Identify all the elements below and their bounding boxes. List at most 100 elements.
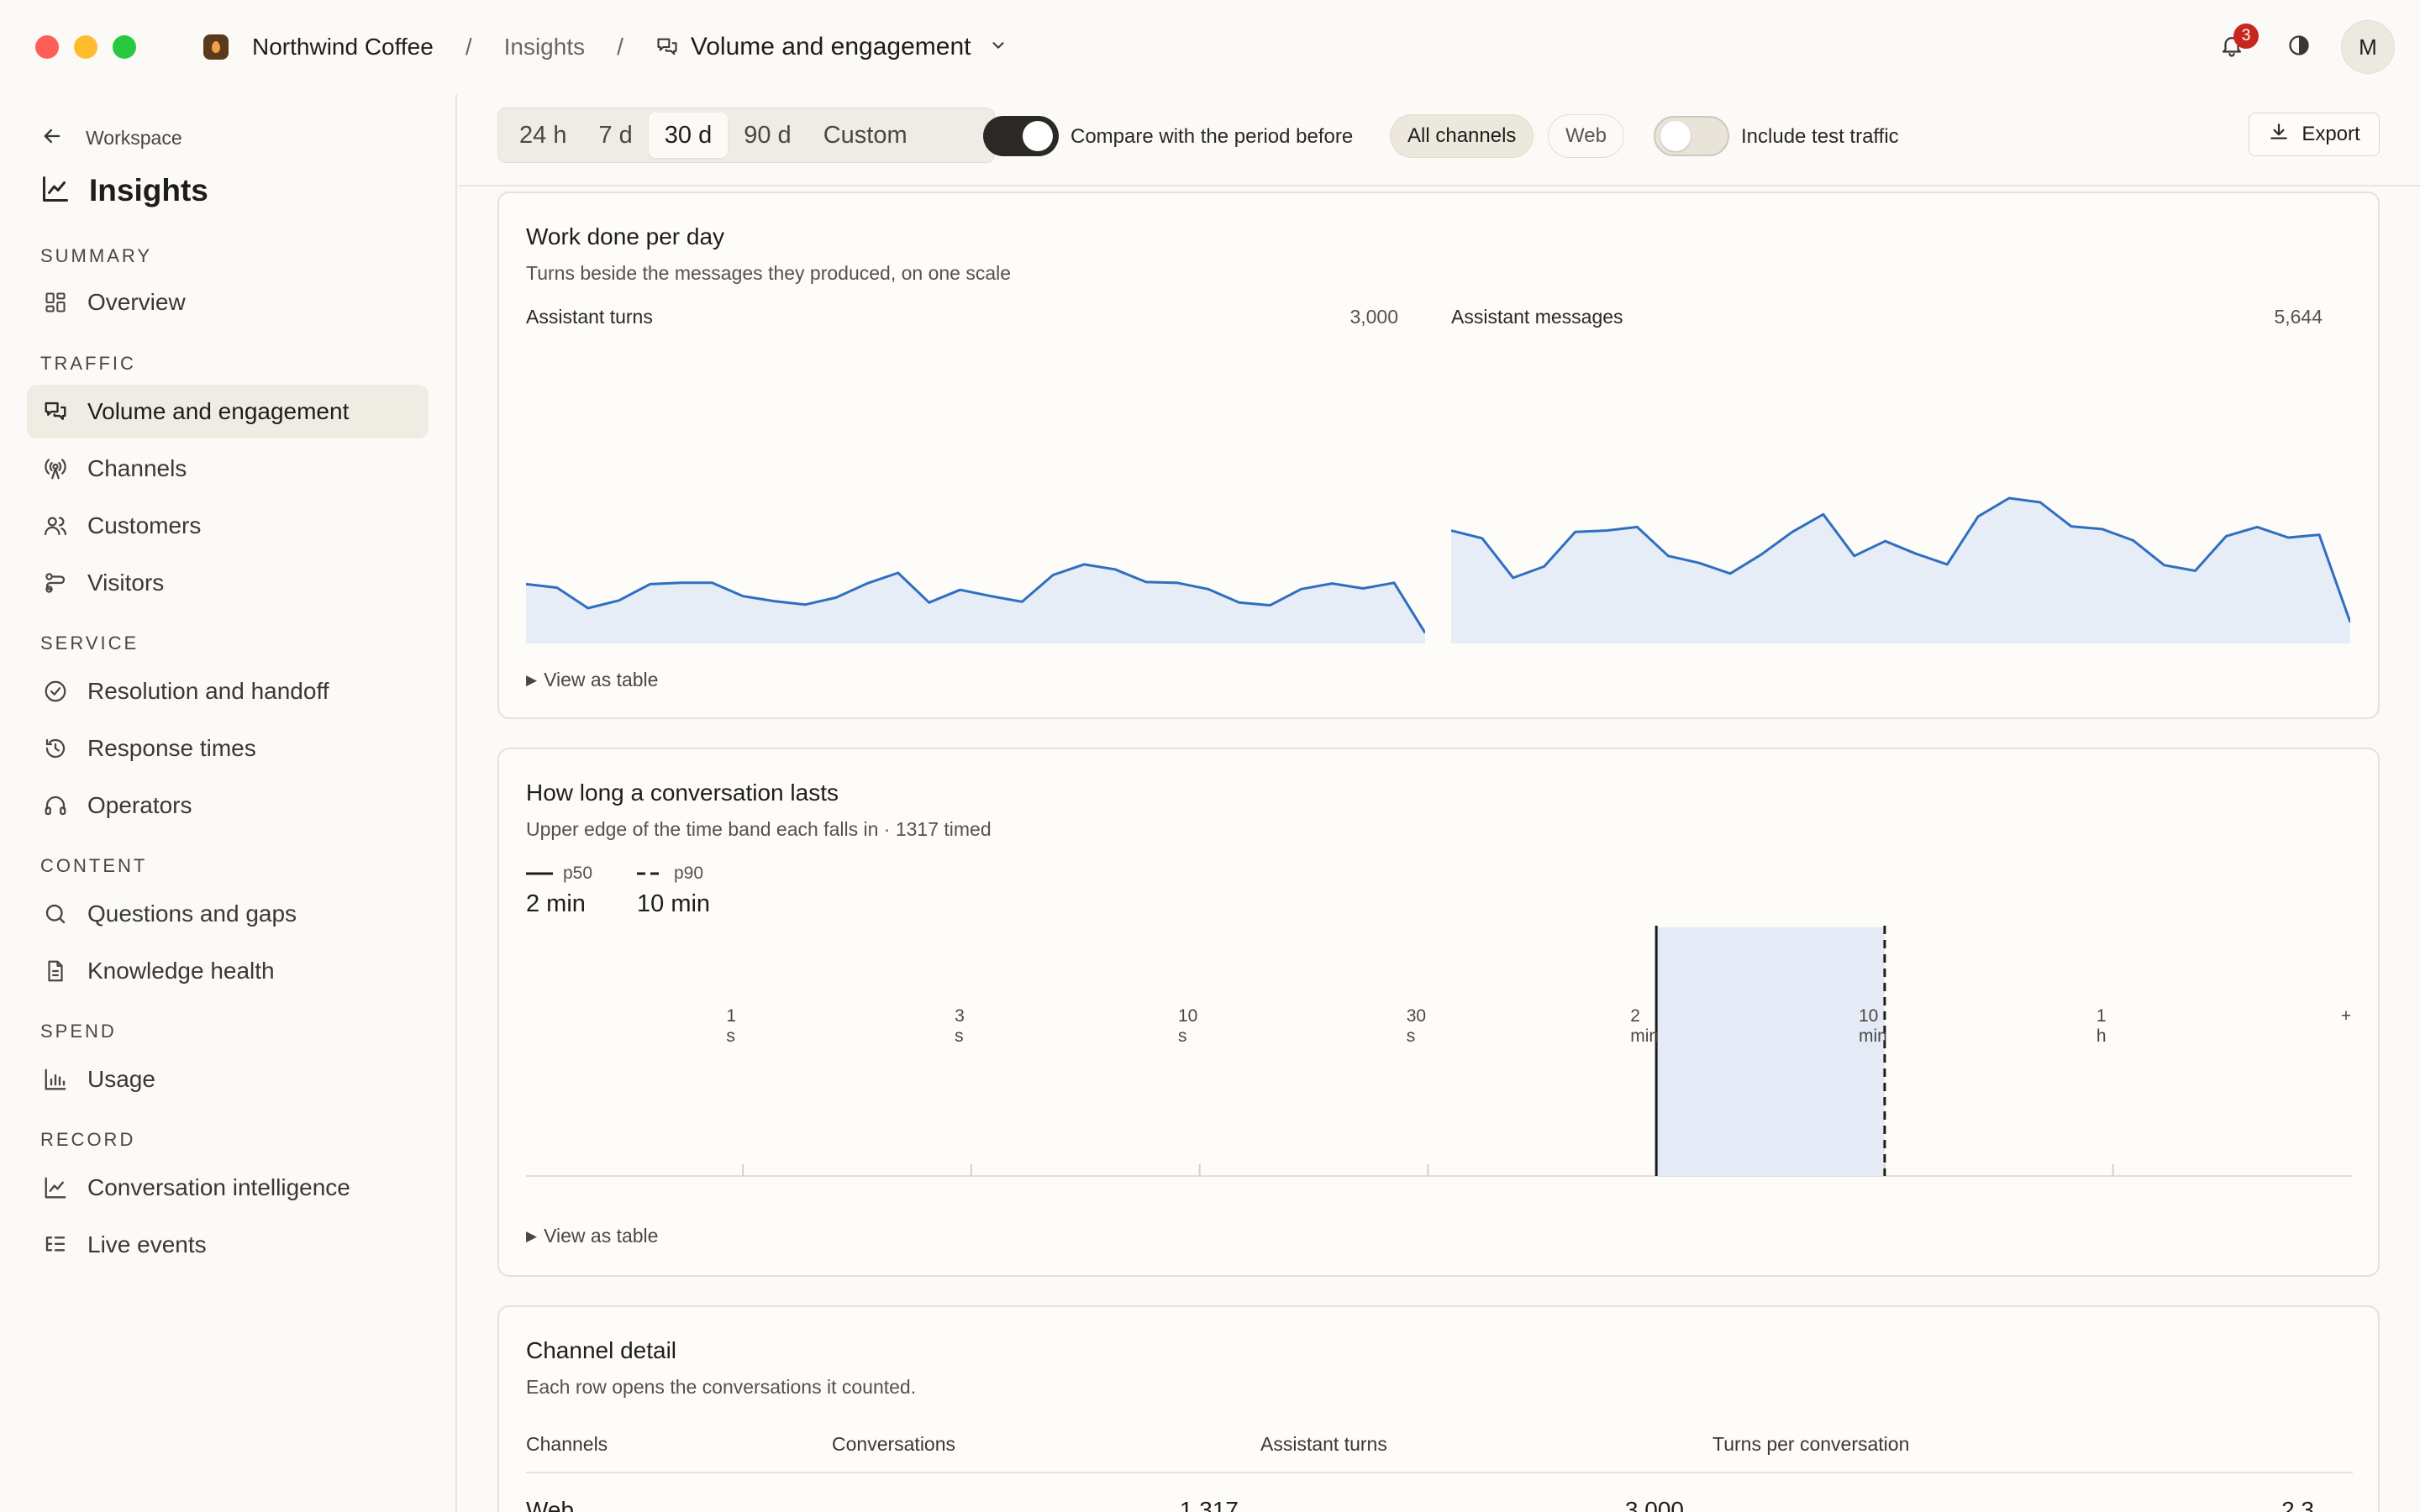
axis-tick-label: 3 s [955, 1006, 965, 1046]
line-chart-icon [40, 1173, 71, 1203]
sidebar-item-response-times[interactable]: Response times [27, 722, 429, 775]
breadcrumb-current-page[interactable]: Volume and engagement [691, 33, 971, 61]
sidebar: Workspace Insights SUMMARY Overview TRAF… [0, 94, 457, 1512]
chevron-down-icon[interactable] [989, 36, 1007, 59]
sidebar-item-label: Volume and engagement [87, 398, 350, 424]
brand-logo-icon [203, 34, 229, 60]
theme-toggle-button[interactable] [2282, 30, 2316, 64]
card-title: Work done per day [526, 223, 725, 249]
axis-tick-label: 30 s [1406, 1006, 1427, 1046]
back-to-workspace[interactable]: Workspace [40, 124, 182, 152]
messages-chart-total: 5,644 [2274, 306, 2323, 328]
work-done-card: Work done per day Turns beside the messa… [497, 192, 2380, 719]
avatar[interactable]: M [2341, 20, 2395, 74]
zoom-window-button[interactable] [113, 35, 136, 59]
legend-key-label: p90 [674, 864, 704, 883]
cell-turns-per-conversation: 2.3 [2281, 1497, 2314, 1512]
channel-chip-all[interactable]: All channels [1390, 114, 1534, 158]
range-custom[interactable]: Custom [808, 113, 923, 158]
section-heading-traffic: TRAFFIC [40, 353, 136, 374]
notification-badge: 3 [2233, 24, 2259, 49]
sidebar-item-label: Conversation intelligence [87, 1174, 350, 1200]
export-button[interactable]: Export [2249, 113, 2380, 156]
notifications-button[interactable]: 3 [2215, 24, 2259, 64]
sidebar-item-volume-and-engagement[interactable]: Volume and engagement [27, 385, 429, 438]
sidebar-item-customers[interactable]: Customers [27, 499, 429, 553]
axis-tick-label: 2 min [1630, 1006, 1660, 1046]
back-label: Workspace [86, 127, 182, 149]
axis-tick-label: 10 min [1858, 1006, 1887, 1046]
contrast-icon [2287, 34, 2311, 61]
range-30d[interactable]: 30 d [648, 113, 729, 158]
histogram-bar [1656, 927, 1885, 1176]
sidebar-item-label: Customers [87, 512, 202, 538]
range-7d[interactable]: 7 d [582, 113, 648, 158]
sidebar-item-label: Knowledge health [87, 958, 275, 984]
legend-value: 2 min [526, 890, 586, 917]
route-icon [40, 568, 71, 598]
cell-conversations: 1,317 [1179, 1497, 1239, 1512]
section-heading-service: SERVICE [40, 633, 139, 654]
cell-channel: Web [526, 1497, 575, 1512]
antenna-icon [40, 454, 71, 484]
turns-chart-total: 3,000 [1349, 306, 1398, 328]
sidebar-item-operators[interactable]: Operators [27, 779, 429, 832]
axis-tick-label: 10 s [1177, 1006, 1198, 1046]
minimize-window-button[interactable] [74, 35, 97, 59]
grid-icon [40, 287, 71, 318]
close-window-button[interactable] [35, 35, 59, 59]
cell-assistant-turns: 3,000 [1624, 1497, 1684, 1512]
compare-label: Compare with the period before [1071, 125, 1354, 148]
messages-chart-title: Assistant messages [1451, 306, 1623, 328]
triangle-right-icon: ▶ [526, 671, 538, 688]
range-24h[interactable]: 24 h [503, 113, 582, 158]
sidebar-item-visitors[interactable]: Visitors [27, 556, 429, 610]
column-header-turns-per-conversation[interactable]: Turns per conversation [1712, 1433, 1909, 1456]
column-header-conversations[interactable]: Conversations [832, 1433, 955, 1456]
column-header-assistant-turns[interactable]: Assistant turns [1260, 1433, 1387, 1456]
sidebar-item-label: Visitors [87, 570, 165, 596]
sidebar-item-questions-and-gaps[interactable]: Questions and gaps [27, 887, 429, 941]
title-bar: Northwind Coffee / Insights / Volume and… [0, 0, 2420, 94]
test-traffic-toggle[interactable] [1654, 116, 1729, 156]
range-90d[interactable]: 90 d [728, 113, 807, 158]
sidebar-item-resolution-and-handoff[interactable]: Resolution and handoff [27, 664, 429, 718]
list-tree-icon [40, 1230, 71, 1260]
sidebar-item-label: Operators [87, 792, 192, 818]
sidebar-item-usage[interactable]: Usage [27, 1053, 429, 1106]
sidebar-title: Insights [40, 173, 208, 208]
breadcrumb-brand[interactable]: Northwind Coffee [252, 34, 434, 60]
section-heading-content: CONTENT [40, 855, 148, 876]
sidebar-item-conversation-intelligence[interactable]: Conversation intelligence [27, 1161, 429, 1215]
view-as-table-label: View as table [544, 669, 659, 690]
compare-toggle[interactable] [983, 116, 1059, 156]
headset-icon [40, 790, 71, 821]
sidebar-item-live-events[interactable]: Live events [27, 1218, 429, 1272]
assistant-messages-area-chart [1451, 496, 2350, 643]
sidebar-item-channels[interactable]: Channels [27, 442, 429, 496]
breadcrumb-separator: / [617, 34, 623, 60]
section-heading-spend: SPEND [40, 1021, 117, 1042]
breadcrumb-insights[interactable]: Insights [504, 34, 586, 60]
work-view-as-table[interactable]: ▶ View as table [526, 669, 658, 691]
sidebar-item-knowledge-health[interactable]: Knowledge health [27, 944, 429, 998]
sidebar-item-label: Live events [87, 1231, 207, 1257]
filter-toolbar: 24 h 7 d 30 d 90 d Custom Compare with t… [459, 94, 2420, 186]
duration-histogram [526, 926, 2353, 1177]
sidebar-item-label: Response times [87, 735, 256, 761]
channel-detail-card: Channel detail Each row opens the conver… [497, 1305, 2380, 1512]
duration-view-as-table[interactable]: ▶ View as table [526, 1225, 658, 1247]
channel-chip-web[interactable]: Web [1548, 114, 1624, 158]
export-label: Export [2302, 123, 2360, 145]
arrow-left-icon [40, 124, 64, 152]
triangle-right-icon: ▶ [526, 1227, 538, 1244]
column-header-channels[interactable]: Channels [526, 1433, 608, 1456]
chat-bubbles-icon [40, 396, 71, 427]
axis-tick-label: + [2340, 1006, 2352, 1026]
users-icon [40, 511, 71, 541]
sidebar-item-overview[interactable]: Overview [27, 276, 429, 329]
axis-tick-label: 1 h [2096, 1006, 2107, 1046]
download-icon [2268, 121, 2290, 149]
document-icon [40, 956, 71, 986]
toggle-knob [1660, 121, 1691, 151]
